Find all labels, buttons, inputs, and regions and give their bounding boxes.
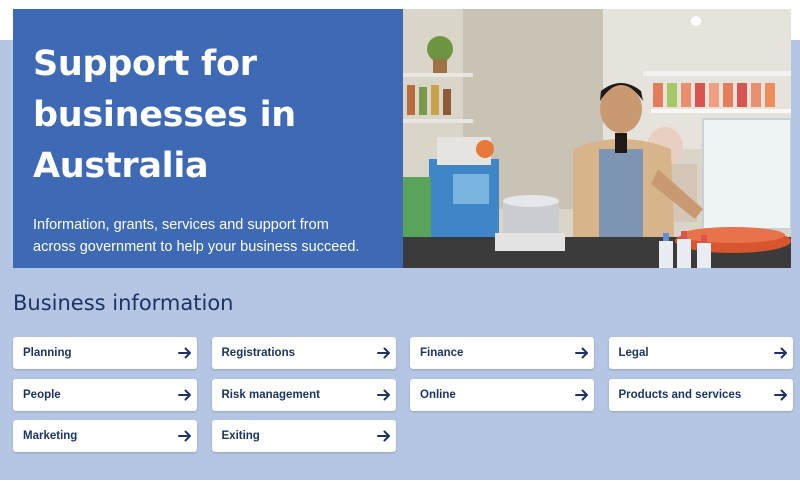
hero-title-line: Australia bbox=[33, 146, 209, 186]
hero-title-line: businesses in bbox=[33, 95, 296, 135]
arrow-right-icon bbox=[178, 429, 192, 443]
tile-label: Registrations bbox=[221, 347, 296, 359]
hero-banner: Support for businesses in Australia Info… bbox=[13, 9, 791, 268]
tile-label: Exiting bbox=[221, 430, 260, 442]
section-title: Business information bbox=[13, 291, 234, 315]
hero-title: Support for businesses in Australia bbox=[33, 39, 383, 192]
arrow-right-icon bbox=[178, 346, 192, 360]
arrow-right-icon bbox=[376, 388, 391, 402]
tile-planning[interactable]: Planning bbox=[13, 337, 197, 369]
tile-label: Risk management bbox=[221, 388, 320, 401]
hero-description: Information, grants, services and suppor… bbox=[33, 214, 383, 258]
hero-text-panel: Support for businesses in Australia Info… bbox=[13, 9, 403, 268]
arrow-right-icon bbox=[178, 388, 192, 402]
tile-exiting[interactable]: Exiting bbox=[211, 420, 396, 452]
business-info-grid: Planning Registrations Finance Legal Peo… bbox=[13, 337, 793, 452]
tile-label: Products and services bbox=[618, 388, 742, 401]
arrow-right-icon bbox=[773, 346, 788, 360]
hero-photo bbox=[403, 9, 791, 268]
hero-description-line: across government to help your business … bbox=[33, 239, 360, 255]
tile-risk-management[interactable]: Risk management bbox=[211, 378, 396, 411]
tile-label: Legal bbox=[618, 347, 649, 359]
hero-description-line: Information, grants, services and suppor… bbox=[33, 217, 329, 233]
tile-registrations[interactable]: Registrations bbox=[211, 337, 396, 369]
tile-label: Finance bbox=[420, 347, 464, 359]
tile-products-and-services[interactable]: Products and services bbox=[608, 378, 793, 411]
arrow-right-icon bbox=[376, 429, 391, 443]
tile-label: Marketing bbox=[23, 430, 78, 442]
tile-label: Planning bbox=[23, 347, 72, 359]
arrow-right-icon bbox=[376, 346, 391, 360]
tile-finance[interactable]: Finance bbox=[410, 337, 594, 369]
arrow-right-icon bbox=[575, 346, 589, 360]
arrow-right-icon bbox=[773, 388, 788, 402]
arrow-right-icon bbox=[575, 388, 589, 402]
hero-title-line: Support for bbox=[33, 44, 257, 84]
tile-people[interactable]: People bbox=[13, 378, 197, 411]
tile-label: People bbox=[23, 388, 61, 401]
tile-marketing[interactable]: Marketing bbox=[13, 420, 197, 452]
tile-label: Online bbox=[420, 388, 456, 401]
tile-legal[interactable]: Legal bbox=[608, 337, 793, 369]
tile-online[interactable]: Online bbox=[410, 378, 594, 411]
